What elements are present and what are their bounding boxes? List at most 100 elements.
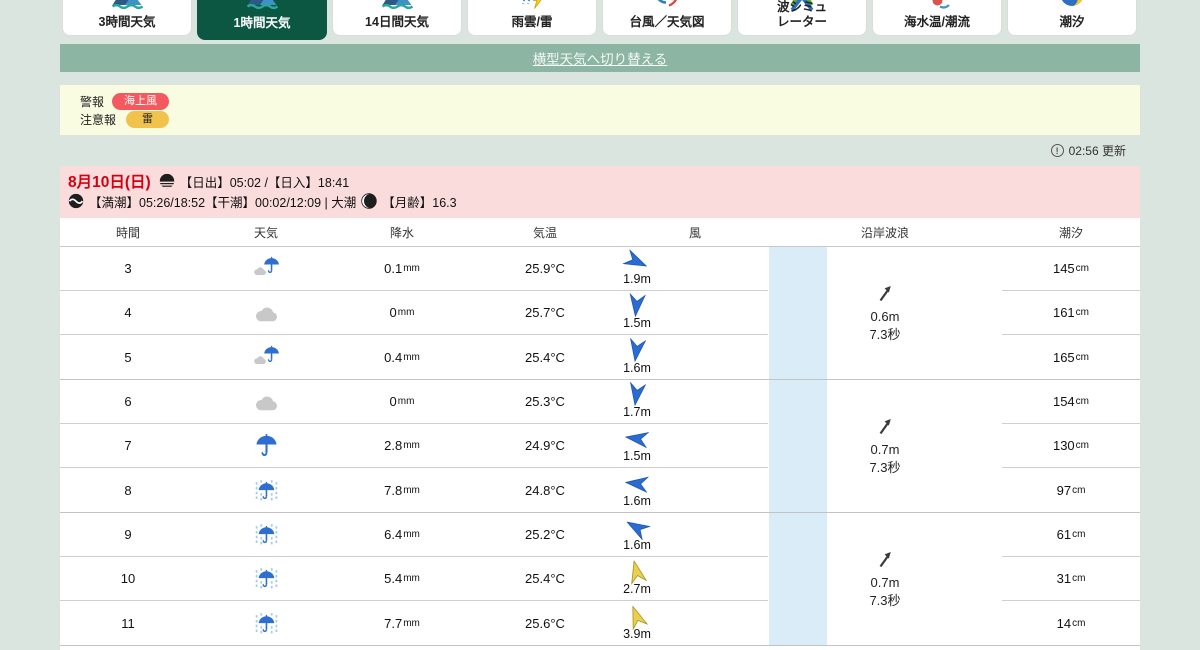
wind-speed: 1.6m	[623, 538, 651, 553]
hour-row-9: 9 6.4 mm 25.2°C 1.6m	[60, 513, 768, 557]
tab-wave-simulator[interactable]: 波シミュ レーター	[737, 0, 867, 36]
tab-label: 雨雲/雷	[511, 14, 553, 29]
wave-period: 7.3秒	[869, 592, 901, 608]
weather-rain-cloud-icon	[196, 345, 336, 370]
column-header-1: 天気	[253, 225, 278, 240]
temp-cell: 25.6°C	[525, 615, 565, 631]
tide-cell: 145 cm	[1002, 247, 1140, 291]
tide-cell: 14 cm	[1056, 615, 1086, 631]
temp-cell: 25.3°C	[525, 394, 565, 409]
moon-age-text: 【月齢】16.3	[382, 195, 457, 210]
date-header: 8月10日(日) 【日出】05:02 /【日入】18:41 【満潮】05:26/…	[60, 166, 1140, 218]
weather-heavy-rain-icon	[196, 522, 336, 547]
precip-cell: 6.4 mm	[384, 527, 420, 542]
tide-cell: 130 cm	[1002, 424, 1140, 468]
tab-label: 台風／天気図	[629, 14, 705, 29]
wind-cell: 2.7m	[622, 559, 768, 597]
tab-sea-temp-current[interactable]: 海水温/潮流	[872, 0, 1002, 36]
wind-direction-arrow-icon	[625, 472, 650, 495]
wind-cell: 1.6m	[622, 337, 768, 376]
3h-weather-icon	[111, 0, 144, 15]
wind-speed: 1.6m	[623, 360, 651, 375]
tide-wave-icon	[68, 193, 84, 209]
tide-cell: 154 cm	[1002, 380, 1140, 424]
wind-cell: 1.5m	[622, 427, 768, 464]
tide-cell: 97 cm	[1056, 482, 1086, 498]
tide-cell: 161 cm	[1002, 291, 1140, 335]
sunrise-icon	[159, 173, 174, 189]
date-label: 8月10日(日)	[68, 174, 151, 191]
precip-cell: 0.1 mm	[384, 261, 420, 276]
hour-row-8: 8 7.8 mm 24.8°C 1.6m	[60, 468, 768, 512]
wind-direction-arrow-icon	[626, 337, 647, 362]
advisory-badge[interactable]: 雷	[126, 110, 170, 128]
wave-height: 0.7m	[870, 575, 900, 591]
moon-phase-icon	[361, 193, 377, 209]
wind-speed: 1.5m	[623, 449, 651, 464]
switch-to-horizontal-link[interactable]: 横型天気へ切り替える	[533, 48, 668, 68]
alerts-box: 警報 海上風 注意報 雷	[60, 85, 1140, 135]
hour-cell: 3	[124, 261, 132, 276]
tide-cell: 61 cm	[1002, 513, 1140, 557]
column-header-6: 潮汐	[1058, 225, 1083, 240]
tab-3h-weather[interactable]: 3時間天気	[62, 0, 192, 36]
weather-heavy-rain-icon	[196, 478, 336, 503]
wind-direction-arrow-icon	[622, 249, 648, 273]
hour-cell: 8	[124, 482, 132, 498]
tab-14d-weather[interactable]: 14日間天気	[332, 0, 462, 36]
wave-group-cell: 0.7m 7.3秒	[768, 513, 1002, 645]
hour-row-11: 11 7.7 mm 25.6°C 3.9m	[60, 601, 768, 645]
warning-row: 警報 海上風	[80, 92, 1140, 110]
tide-icon	[1056, 0, 1088, 15]
wind-cell: 1.6m	[622, 516, 768, 553]
row-group: 9 6.4 mm 25.2°C 1.6m 10 5.4 mm 25.4°C 2.…	[60, 512, 1140, 645]
hour-cell: 7	[124, 438, 132, 453]
row-group: 6 0 mm 25.3°C 1.7m 7 2.8 mm 24.9°C 1.5m …	[60, 379, 1140, 512]
warning-badge[interactable]: 海上風	[112, 92, 170, 110]
advisory-row: 注意報 雷	[80, 110, 1140, 128]
wave-direction-arrow-icon	[875, 416, 895, 442]
wind-direction-arrow-icon	[626, 293, 647, 318]
next-row-stub	[60, 645, 1140, 650]
tab-label: 海水温/潮流	[904, 14, 970, 29]
wave-height: 0.7m	[870, 442, 900, 458]
table-body: 3 0.1 mm 25.9°C 1.9m 4 0 mm 25.7°C 1.5m …	[60, 247, 1140, 650]
info-icon: !	[1050, 144, 1064, 157]
wind-speed: 1.9m	[623, 272, 651, 287]
column-header-3: 気温	[532, 225, 557, 240]
tab-typhoon-chart[interactable]: 台風／天気図	[602, 0, 732, 36]
precip-cell: 5.4 mm	[384, 571, 420, 586]
tide-times-text: 【満潮】05:26/18:52【干潮】00:02/12:09 | 大潮	[89, 195, 357, 210]
warning-label: 警報	[80, 94, 105, 109]
tab-rain-cloud-radar[interactable]: 雨雲/雷	[467, 0, 597, 36]
temp-cell: 24.9°C	[525, 438, 565, 453]
hour-row-10: 10 5.4 mm 25.4°C 2.7m	[60, 557, 768, 601]
hour-cell: 11	[121, 615, 135, 631]
hour-cell: 6	[124, 394, 132, 409]
date-header-line1: 8月10日(日) 【日出】05:02 /【日入】18:41	[68, 171, 1140, 191]
precip-cell: 2.8 mm	[384, 438, 420, 453]
hour-row-3: 3 0.1 mm 25.9°C 1.9m	[60, 247, 768, 291]
hour-cell: 9	[124, 527, 132, 542]
column-header-4: 風	[688, 225, 701, 240]
hour-cell: 10	[120, 571, 136, 586]
tab-tide[interactable]: 潮汐	[1007, 0, 1137, 36]
column-header-0: 時間	[115, 225, 140, 240]
precip-cell: 0 mm	[389, 305, 415, 320]
tab-1h-weather[interactable]: 1時間天気	[197, 0, 327, 40]
row-group: 3 0.1 mm 25.9°C 1.9m 4 0 mm 25.7°C 1.5m …	[60, 247, 1140, 379]
14d-weather-icon	[381, 0, 414, 15]
wind-direction-arrow-icon	[625, 427, 650, 450]
table-header-row: 時間 天気 降水 気温 風 沿岸波浪 潮汐	[60, 218, 1140, 247]
wave-group-cell: 0.7m 7.3秒	[768, 380, 1002, 512]
tab-label: 波シミュ レーター	[776, 0, 827, 29]
wind-cell: 1.6m	[622, 472, 768, 509]
wind-cell: 1.5m	[622, 293, 768, 331]
tab-label: 潮汐	[1059, 14, 1085, 29]
temp-cell: 25.4°C	[525, 349, 565, 365]
wind-direction-arrow-icon	[626, 381, 647, 407]
forecast-table: 時間 天気 降水 気温 風 沿岸波浪 潮汐 3 0.1 mm 25.9°C 1.9m 4	[60, 218, 1140, 650]
advisory-label: 注意報	[80, 112, 117, 127]
sunrise-sunset-text: 【日出】05:02 /【日入】18:41	[179, 175, 350, 190]
wave-group-cell: 0.6m 7.3秒	[768, 247, 1002, 379]
